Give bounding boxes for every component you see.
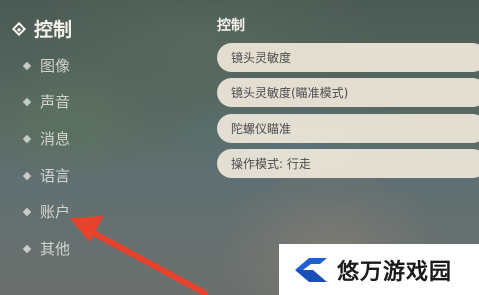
logo-icon (295, 257, 327, 282)
watermark: 悠万游戏园 (279, 244, 479, 295)
watermark-text: 悠万游戏园 (337, 259, 453, 285)
